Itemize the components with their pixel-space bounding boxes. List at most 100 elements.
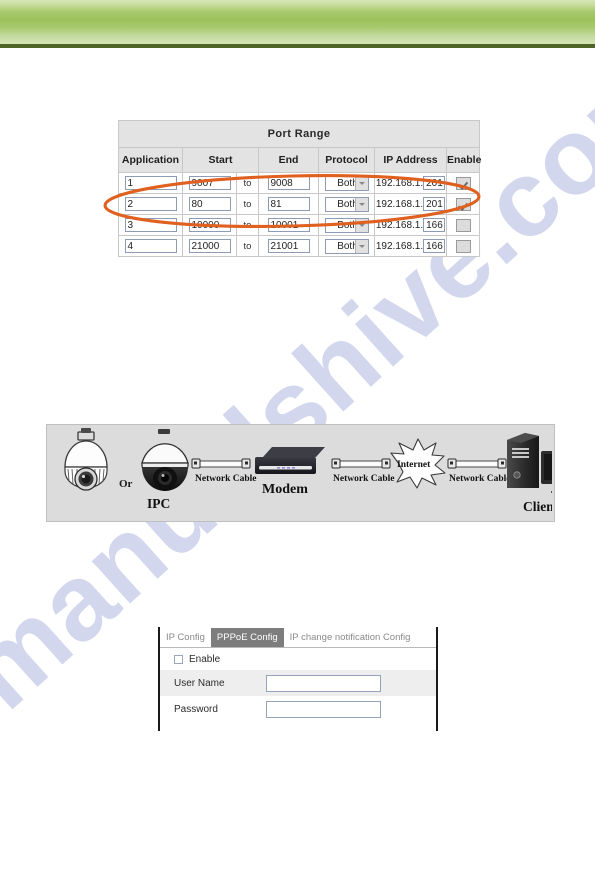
chevron-down-icon[interactable]	[354, 197, 368, 211]
to-label: to	[243, 219, 252, 231]
column-header-enable: Enable	[445, 147, 481, 173]
end-port-input[interactable]: 10001	[267, 218, 310, 232]
ip-suffix-input[interactable]: 201	[423, 197, 446, 211]
cell-to-label: to	[236, 193, 259, 215]
table-row: 4 21000 to 21001 Both 192.168.1. 166	[118, 235, 481, 257]
network-cable-1-icon	[191, 458, 251, 469]
start-port-input[interactable]: 10000	[188, 218, 231, 232]
protocol-select[interactable]: Both	[324, 238, 369, 254]
chevron-down-icon[interactable]	[354, 239, 368, 253]
application-input[interactable]: 3	[124, 218, 177, 232]
table-row: 2 80 to 81 Both 192.168.1. 201	[118, 193, 481, 215]
start-port-input[interactable]: 9007	[188, 176, 231, 190]
to-label: to	[243, 198, 252, 210]
cell-application: 3	[118, 214, 183, 236]
end-port-input[interactable]: 9008	[267, 176, 310, 190]
table-row: 3 10000 to 10001 Both 192.168.1. 166	[118, 214, 481, 236]
cell-to-label: to	[236, 172, 259, 194]
end-port-input[interactable]: 21001	[267, 239, 310, 253]
cell-enable	[445, 235, 481, 257]
cell-enable	[445, 172, 481, 194]
ipc-camera-white-icon	[64, 428, 108, 491]
network-cable-2-icon	[331, 458, 391, 469]
page-header-banner	[0, 0, 595, 44]
application-input[interactable]: 1	[124, 176, 177, 190]
cell-start: 21000	[182, 235, 237, 257]
client-label: Client	[523, 499, 552, 514]
cell-enable	[445, 214, 481, 236]
cell-protocol: Both	[318, 214, 375, 236]
cell-to-label: to	[236, 214, 259, 236]
ip-suffix-input[interactable]: 166	[423, 239, 446, 253]
modem-label: Modem	[262, 482, 308, 497]
cell-application: 4	[118, 235, 183, 257]
network-cable-3-icon	[447, 458, 507, 469]
ip-address-group: 192.168.1. 166	[376, 239, 446, 253]
user-name-input[interactable]	[266, 674, 381, 692]
port-range-table: Port Range Application Start End Protoco…	[117, 120, 481, 257]
ip-prefix-label: 192.168.1.	[375, 198, 424, 210]
chevron-down-icon[interactable]	[354, 218, 368, 232]
ip-suffix-input[interactable]: 166	[423, 218, 446, 232]
ip-prefix-label: 192.168.1.	[375, 177, 424, 189]
cell-application: 1	[118, 172, 183, 194]
column-header-start: Start	[182, 147, 259, 173]
cell-ip-address: 192.168.1. 166	[374, 235, 447, 257]
enable-row: Enable	[160, 648, 436, 670]
start-port-input[interactable]: 21000	[188, 239, 231, 253]
port-range-panel: Port Range Application Start End Protoco…	[117, 120, 481, 257]
column-header-end: End	[258, 147, 319, 173]
enable-checkbox[interactable]	[455, 239, 471, 253]
end-port-input[interactable]: 81	[267, 197, 310, 211]
network-cable-label-1: Network Cable	[195, 474, 256, 484]
password-row: Password	[160, 696, 436, 722]
ip-address-group: 192.168.1. 201	[375, 197, 446, 211]
tab-ip-change-notification-config[interactable]: IP change notification Config	[284, 628, 417, 647]
ip-address-group: 192.168.1. 201	[375, 176, 446, 190]
table-title-row: Port Range	[117, 120, 481, 148]
password-label: Password	[174, 703, 218, 715]
cell-ip-address: 192.168.1. 201	[374, 193, 447, 215]
to-label: to	[243, 177, 252, 189]
enable-checkbox[interactable]	[455, 176, 471, 190]
pppoe-enable-checkbox[interactable]	[174, 654, 183, 664]
cell-start: 80	[182, 193, 237, 215]
ip-prefix-label: 192.168.1.	[375, 219, 424, 231]
topology-svg: Or IPC Network Cable Modem Network Cable…	[64, 428, 552, 514]
cell-to-label: to	[236, 235, 259, 257]
network-cable-label-2: Network Cable	[333, 474, 394, 484]
protocol-select[interactable]: Both	[324, 175, 369, 191]
user-name-label: User Name	[174, 677, 225, 689]
application-input[interactable]: 2	[124, 197, 177, 211]
column-header-protocol: Protocol	[318, 147, 375, 173]
table-row: 1 9007 to 9008 Both 192.168.1. 201	[118, 172, 481, 194]
to-label: to	[243, 240, 252, 252]
ipc-camera-black-icon	[141, 429, 189, 491]
protocol-select[interactable]: Both	[324, 217, 369, 233]
column-header-application: Application	[118, 147, 183, 173]
protocol-select[interactable]: Both	[324, 196, 369, 212]
enable-checkbox[interactable]	[455, 218, 471, 232]
enable-checkbox[interactable]	[455, 197, 471, 211]
pppoe-config-panel: IP Config PPPoE Config IP change notific…	[158, 627, 438, 731]
client-computer-icon	[507, 433, 552, 494]
network-cable-label-3: Network Cable	[449, 474, 510, 484]
password-input[interactable]	[266, 700, 381, 718]
column-header-ip-address: IP Address	[374, 147, 447, 173]
cell-end: 10001	[258, 214, 319, 236]
user-name-row: User Name	[160, 670, 436, 696]
tab-ip-config[interactable]: IP Config	[160, 628, 211, 647]
config-tab-bar: IP Config PPPoE Config IP change notific…	[160, 627, 436, 648]
application-input[interactable]: 4	[124, 239, 177, 253]
chevron-down-icon[interactable]	[354, 176, 368, 190]
tab-pppoe-config[interactable]: PPPoE Config	[210, 628, 284, 647]
port-range-title: Port Range	[117, 120, 481, 148]
pppoe-enable-label: Enable	[189, 653, 221, 665]
cell-end: 9008	[258, 172, 319, 194]
network-topology-diagram: Or IPC Network Cable Modem Network Cable…	[46, 424, 555, 522]
cell-start: 10000	[182, 214, 237, 236]
modem-icon	[255, 447, 325, 474]
start-port-input[interactable]: 80	[188, 197, 231, 211]
ip-suffix-input[interactable]: 201	[423, 176, 446, 190]
internet-label: Internet	[397, 460, 431, 470]
